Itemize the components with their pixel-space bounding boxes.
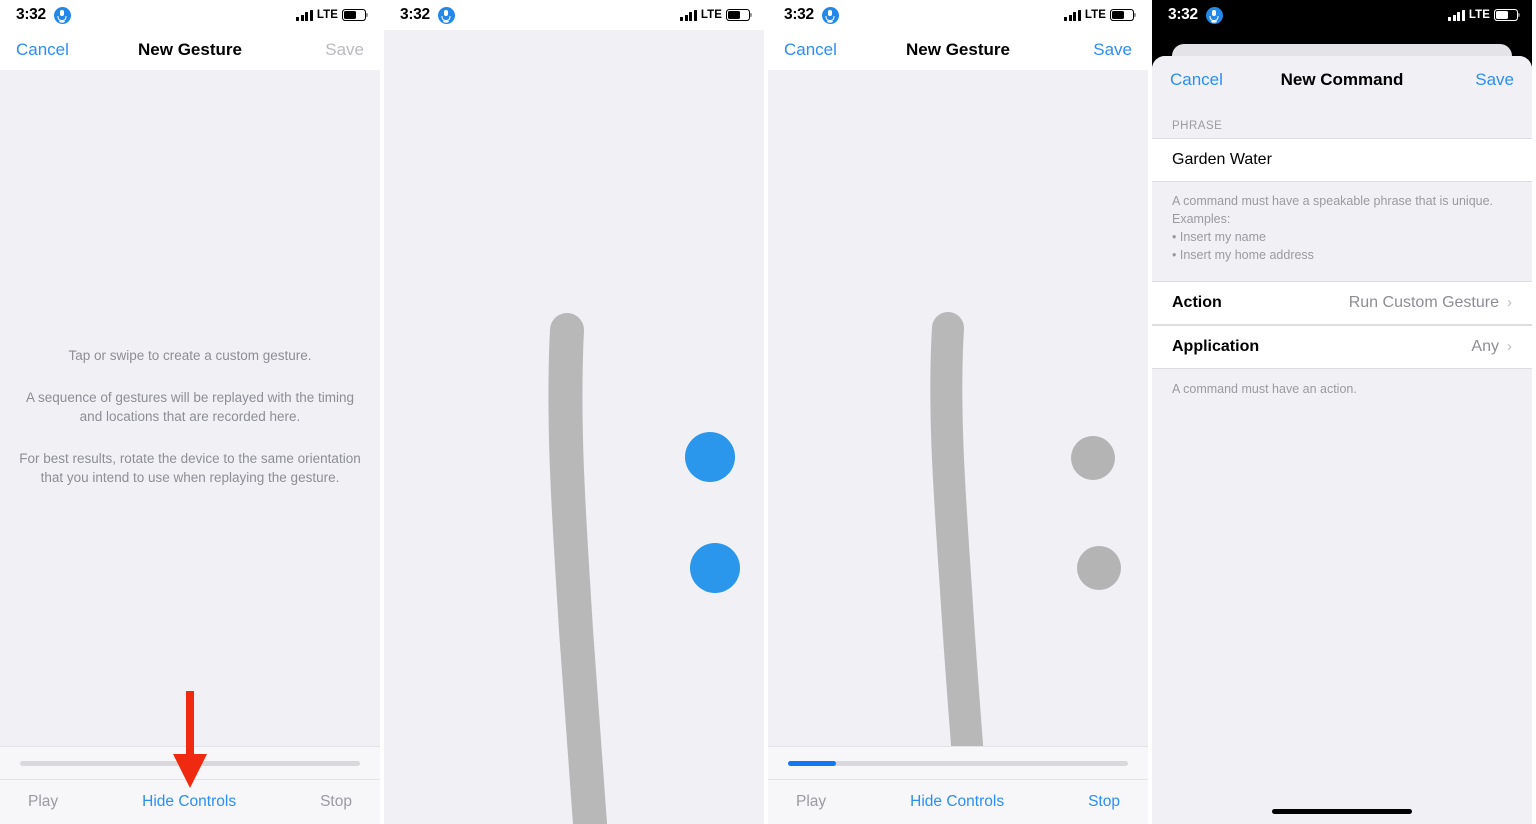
hide-controls-button[interactable]: Hide Controls	[142, 793, 236, 811]
playback-progress-slider[interactable]	[20, 760, 360, 766]
chevron-right-icon: ›	[1507, 338, 1512, 355]
status-bar-time: 3:32	[16, 6, 46, 23]
battery-icon	[1494, 9, 1521, 21]
gesture-canvas[interactable]: Tap or swipe to create a custom gesture.…	[0, 70, 380, 746]
recorded-gesture-ink	[548, 313, 740, 824]
save-button[interactable]: Save	[1093, 40, 1132, 60]
cellular-signal-icon	[1448, 9, 1465, 21]
microphone-badge-icon	[437, 6, 455, 24]
recorded-gesture-ink	[930, 312, 1121, 746]
home-indicator[interactable]	[1272, 809, 1412, 814]
panel-new-gesture-empty: 3:32 LTE Cancel New Gesture Save Tap or …	[0, 0, 380, 824]
cancel-button[interactable]: Cancel	[16, 40, 69, 60]
microphone-badge-icon	[1205, 6, 1223, 24]
screenshot-strip: 3:32 LTE Cancel New Gesture Save Tap or …	[0, 0, 1536, 824]
phrase-section-label: PHRASE	[1172, 120, 1223, 132]
status-bar-right: LTE	[680, 9, 753, 21]
status-bar: 3:32 LTE	[768, 0, 1148, 30]
battery-icon	[342, 9, 369, 21]
recorded-swipe-stroke	[930, 312, 984, 746]
gesture-canvas[interactable]	[384, 30, 764, 824]
status-bar: 3:32 LTE	[1152, 0, 1532, 30]
battery-icon	[726, 9, 753, 21]
play-button: Play	[28, 793, 59, 810]
status-bar: 3:32 LTE	[384, 0, 764, 30]
navigation-bar: Cancel New Gesture Save	[0, 30, 380, 70]
recorded-tap-dot-2	[690, 543, 740, 593]
status-bar-time: 3:32	[400, 6, 430, 23]
play-button: Play	[796, 793, 827, 810]
application-row-value: Any	[1471, 337, 1499, 355]
status-bar-time: 3:32	[1168, 6, 1198, 23]
stop-button[interactable]: Stop	[1088, 793, 1120, 811]
recorded-tap-dot-1	[685, 432, 735, 482]
cellular-signal-icon	[680, 9, 697, 21]
panel-new-gesture-recorded: 3:32 LTE Cancel New Gesture Save Play Hi…	[768, 0, 1148, 824]
phrase-input[interactable]: Garden Water	[1172, 151, 1272, 169]
cancel-button[interactable]: Cancel	[784, 40, 837, 60]
recorded-swipe-stroke	[548, 313, 607, 824]
navigation-bar: Cancel New Command Save	[1152, 56, 1532, 104]
cancel-button[interactable]: Cancel	[1170, 70, 1223, 90]
status-bar-network: LTE	[1084, 9, 1106, 21]
status-bar-right: LTE	[296, 9, 369, 21]
gesture-action-row: Play Hide Controls Stop	[768, 779, 1148, 824]
microphone-badge-icon	[53, 6, 71, 24]
microphone-badge-icon	[821, 6, 839, 24]
recorded-tap-dot-1	[1071, 436, 1115, 480]
panel-gesture-recording: 3:32 LTE	[384, 0, 764, 824]
panel-new-command: 3:32 LTE Cancel New Command Save PHRASE …	[1152, 0, 1532, 824]
hide-controls-button[interactable]: Hide Controls	[910, 793, 1004, 811]
action-row[interactable]: Action Run Custom Gesture ›	[1152, 280, 1532, 325]
status-bar-network: LTE	[700, 9, 722, 21]
playback-track-row	[768, 746, 1148, 779]
application-row[interactable]: Application Any ›	[1152, 324, 1532, 369]
application-row-label: Application	[1172, 337, 1260, 355]
status-bar-time: 3:32	[784, 6, 814, 23]
gesture-toolbar: Play Hide Controls Stop	[0, 746, 380, 824]
status-bar-right: LTE	[1064, 9, 1137, 21]
cellular-signal-icon	[1064, 9, 1081, 21]
gesture-hint-line-3: For best results, rotate the device to t…	[19, 450, 361, 486]
gesture-instructions: Tap or swipe to create a custom gesture.…	[0, 346, 380, 488]
chevron-right-icon: ›	[1507, 294, 1512, 311]
recorded-tap-dot-2	[1077, 546, 1121, 590]
battery-icon	[1110, 9, 1137, 21]
stop-button: Stop	[320, 793, 352, 810]
save-button[interactable]: Save	[1475, 70, 1514, 90]
gesture-hint-line-2: A sequence of gestures will be replayed …	[26, 389, 354, 425]
action-row-label: Action	[1172, 293, 1222, 311]
playback-progress-slider[interactable]	[788, 760, 1128, 766]
phrase-field-cell[interactable]: Garden Water	[1152, 138, 1532, 182]
status-bar-network: LTE	[1468, 9, 1490, 21]
gesture-hint-line-1: Tap or swipe to create a custom gesture.	[68, 348, 312, 363]
gesture-action-row: Play Hide Controls Stop	[0, 779, 380, 824]
gesture-toolbar: Play Hide Controls Stop	[768, 746, 1148, 824]
phrase-footnote: A command must have a speakable phrase t…	[1172, 194, 1494, 263]
new-command-sheet: Cancel New Command Save PHRASE Garden Wa…	[1152, 56, 1532, 824]
action-footnote: A command must have an action.	[1172, 381, 1357, 396]
status-bar-network: LTE	[316, 9, 338, 21]
status-bar: 3:32 LTE	[0, 0, 380, 30]
playback-track-row	[0, 746, 380, 779]
gesture-canvas[interactable]	[768, 70, 1148, 746]
action-row-value: Run Custom Gesture	[1348, 293, 1499, 311]
status-bar-right: LTE	[1448, 9, 1521, 21]
navigation-bar: Cancel New Gesture Save	[768, 30, 1148, 70]
cellular-signal-icon	[296, 9, 313, 21]
save-button: Save	[325, 40, 364, 59]
